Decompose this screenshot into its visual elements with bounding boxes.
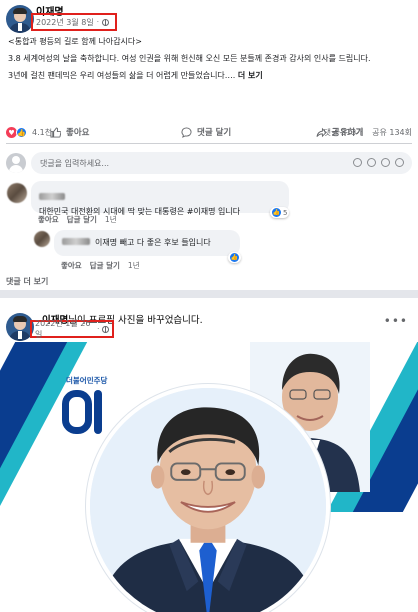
comment-age[interactable]: 1년: [105, 214, 117, 225]
comment-button[interactable]: 댓글 달기: [181, 121, 231, 143]
commenter-name[interactable]: [39, 185, 281, 204]
comment-reply-link[interactable]: 답글 달기: [67, 214, 97, 225]
reply-author-name[interactable]: [62, 237, 90, 245]
comment-reactions[interactable]: 👍 5: [270, 207, 290, 218]
post-separator: [0, 290, 418, 298]
share-arrow-icon: [316, 127, 327, 137]
my-avatar: [6, 153, 26, 173]
emoji-icon[interactable]: [353, 158, 362, 167]
see-more-link[interactable]: 더 보기: [238, 71, 263, 80]
candidate-portrait: [90, 388, 326, 612]
post-line-2: 3.8 세계여성의 날을 축하합니다. 여성 인권을 위해 헌신해 오신 모든 …: [8, 54, 371, 63]
reply-bubble: 이재명 빼고 다 좋은 후보 들입니다: [54, 230, 240, 256]
party-label: 더불어민주당: [66, 376, 108, 385]
gif-icon[interactable]: [381, 158, 390, 167]
comment-like-link[interactable]: 좋아요: [38, 214, 59, 225]
share-button[interactable]: 공유하기: [316, 121, 363, 143]
comment-reaction-count: 5: [283, 208, 288, 217]
like-reaction-icon: 👍: [230, 253, 239, 262]
sticker-icon[interactable]: [395, 158, 404, 167]
post-actions: 좋아요 댓글 달기 공유하기: [0, 121, 418, 143]
profile-photo[interactable]: [86, 384, 330, 612]
thumbs-up-icon: [50, 126, 61, 138]
post-2-date-text: 2022년 1월 26일: [35, 319, 91, 339]
post-date-text: 2022년 3월 8일: [36, 17, 94, 27]
post-line-3: 3년에 걸친 팬데믹은 우리 여성들의 삶을 더 어렵게 만들었습니다….: [8, 71, 238, 80]
slogan-letter: [62, 390, 92, 434]
cover-photo[interactable]: 더불어민주당: [0, 342, 418, 612]
slogan-letter: [94, 390, 102, 434]
public-globe-icon: [101, 18, 109, 26]
reply-reply-link[interactable]: 답글 달기: [90, 260, 120, 271]
post-2-date[interactable]: 2022년 1월 26일 ·: [30, 319, 114, 339]
post-menu-icon[interactable]: •••: [384, 314, 408, 328]
divider: [6, 143, 412, 144]
reply-reactions[interactable]: 👍: [228, 252, 241, 263]
reply-text: 이재명 빼고 다 좋은 후보 들입니다: [95, 238, 211, 247]
post-date[interactable]: 2022년 3월 8일 ·: [31, 13, 117, 31]
comment-bubble: 대한민국 대전환의 시대에 딱 맞는 대통령은 #이재명 입니다: [31, 181, 289, 216]
like-label: 좋아요: [66, 128, 90, 138]
reply-like-link[interactable]: 좋아요: [61, 260, 82, 271]
public-globe-icon: [102, 325, 109, 333]
comment-tools: [353, 158, 404, 167]
reply-avatar[interactable]: [34, 231, 50, 247]
more-comments-link[interactable]: 댓글 더 보기: [6, 276, 48, 287]
comment-input[interactable]: 댓글을 입력하세요...: [31, 152, 412, 174]
post-1: 이재명 2022년 3월 8일 · <통합과 평등의 길로 함께 나아갑시다> …: [0, 0, 418, 288]
reply-meta: 좋아요 답글 달기 1년: [61, 260, 140, 271]
post-line-1: <통합과 평등의 길로 함께 나아갑시다>: [8, 37, 142, 46]
comment-placeholder: 댓글을 입력하세요...: [40, 158, 110, 168]
author-avatar[interactable]: [6, 5, 34, 33]
comment-bubble-icon: [181, 126, 192, 138]
reply-age[interactable]: 1년: [128, 260, 140, 271]
commenter-avatar[interactable]: [7, 183, 27, 203]
comment-label: 댓글 달기: [197, 128, 232, 138]
comment-input-row: 댓글을 입력하세요...: [6, 152, 412, 174]
share-label: 공유하기: [332, 128, 364, 138]
camera-icon[interactable]: [367, 158, 376, 167]
like-button[interactable]: 좋아요: [50, 121, 89, 143]
comment-meta: 좋아요 답글 달기 1년: [38, 214, 117, 225]
post-body: <통합과 평등의 길로 함께 나아갑시다> 3.8 세계여성의 날을 축하합니다…: [8, 36, 408, 82]
like-reaction-icon: 👍: [272, 208, 281, 217]
